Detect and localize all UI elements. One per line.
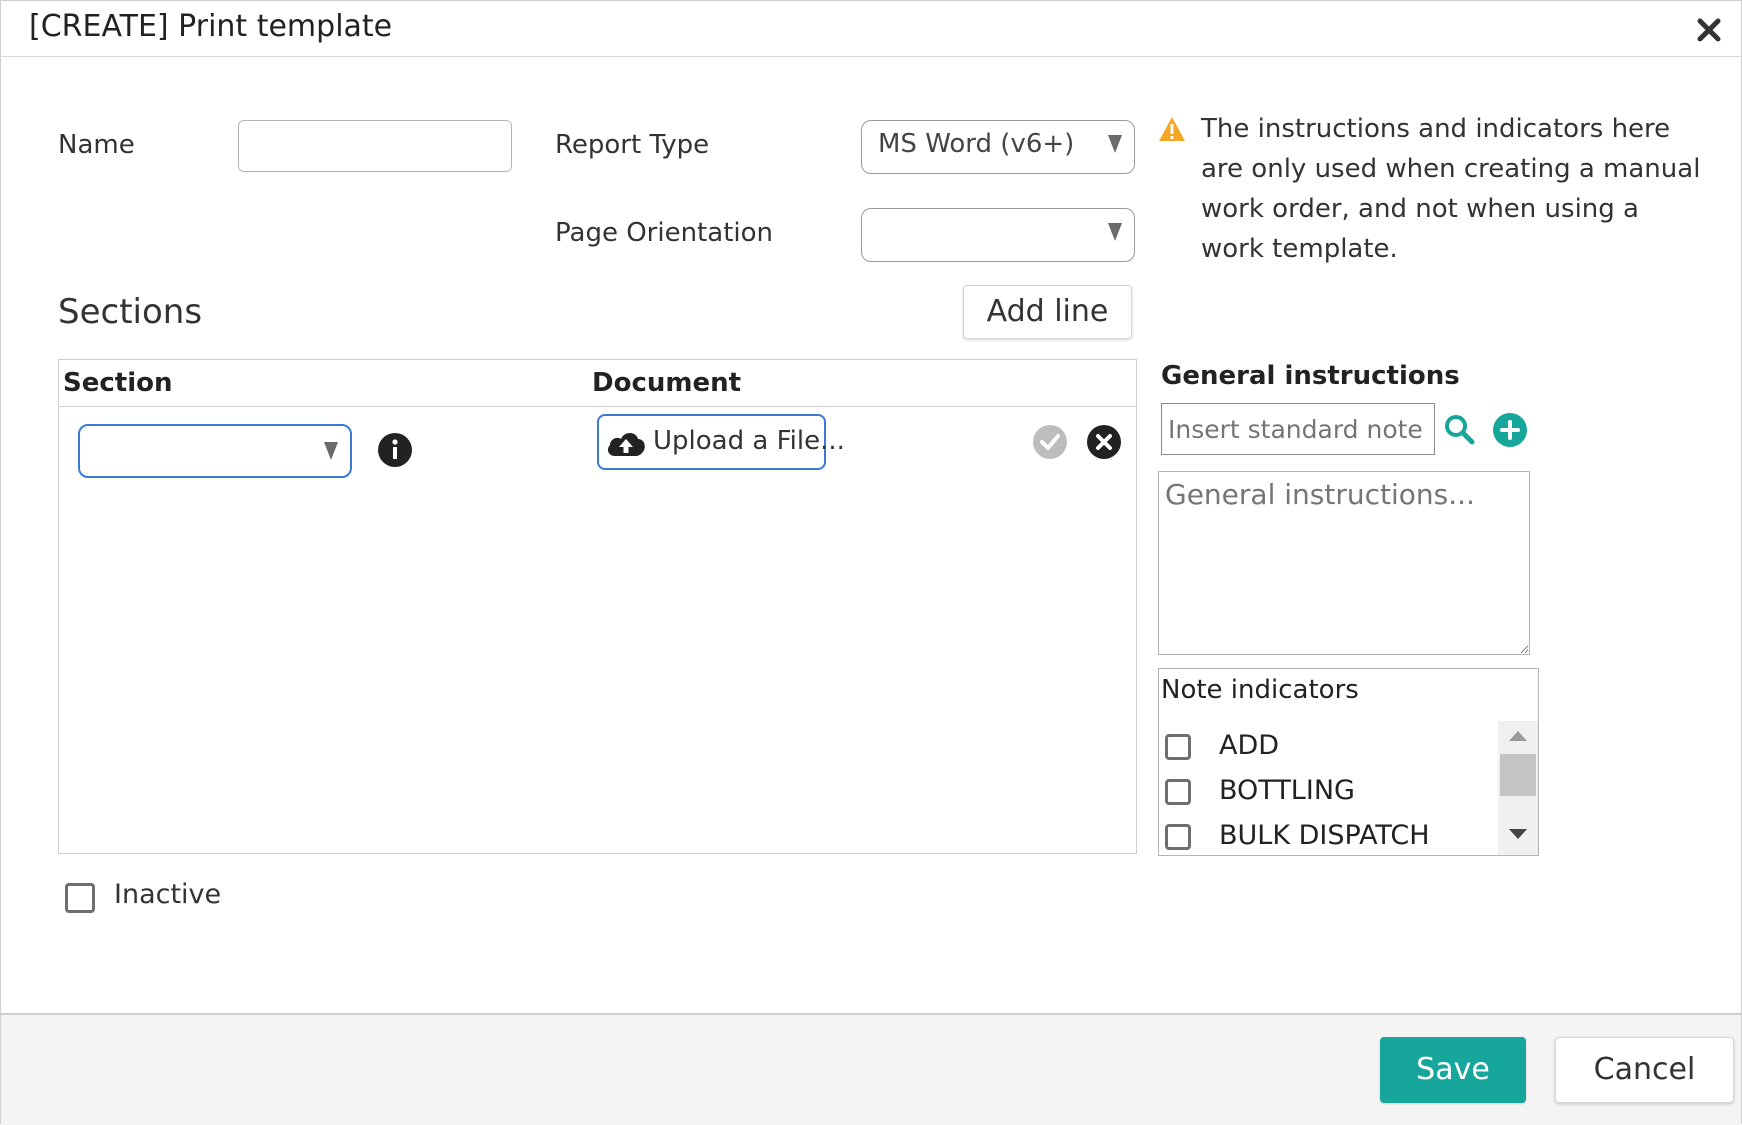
general-instructions-heading: General instructions bbox=[1161, 361, 1460, 391]
confirm-check-icon[interactable] bbox=[1032, 424, 1068, 460]
general-instructions-textarea[interactable] bbox=[1158, 471, 1530, 655]
note-indicators-panel: Note indicators ADD BOTTLING BULK DISPAT… bbox=[1158, 668, 1539, 856]
standard-note-input[interactable] bbox=[1161, 403, 1435, 455]
checkbox[interactable] bbox=[1165, 734, 1191, 760]
table-row: Upload a File... bbox=[59, 406, 1136, 496]
checkbox[interactable] bbox=[1165, 779, 1191, 805]
chevron-down-icon bbox=[1108, 223, 1122, 241]
chevron-down-icon bbox=[1108, 135, 1122, 153]
warning-icon bbox=[1157, 115, 1187, 143]
note-indicators-heading: Note indicators bbox=[1161, 675, 1359, 705]
name-label: Name bbox=[58, 130, 135, 160]
add-note-icon[interactable] bbox=[1492, 412, 1528, 448]
inactive-label: Inactive bbox=[114, 879, 222, 910]
note-indicator-label: BOTTLING bbox=[1219, 775, 1355, 806]
page-orientation-label: Page Orientation bbox=[555, 218, 773, 248]
add-line-button[interactable]: Add line bbox=[963, 285, 1132, 339]
cancel-button[interactable]: Cancel bbox=[1555, 1037, 1734, 1103]
save-button[interactable]: Save bbox=[1380, 1037, 1526, 1103]
sections-heading: Sections bbox=[58, 292, 203, 332]
inactive-checkbox[interactable] bbox=[65, 883, 95, 913]
cloud-upload-icon bbox=[605, 428, 647, 458]
checkbox[interactable] bbox=[1165, 824, 1191, 850]
column-header-document: Document bbox=[592, 368, 742, 398]
chevron-down-icon bbox=[324, 442, 338, 460]
scrollbar[interactable] bbox=[1498, 721, 1538, 855]
dialog-title: [CREATE] Print template bbox=[29, 9, 393, 44]
section-select[interactable] bbox=[78, 424, 352, 478]
dialog-footer: Save Cancel bbox=[1, 1013, 1741, 1125]
close-icon[interactable] bbox=[1691, 11, 1727, 47]
column-header-section: Section bbox=[63, 368, 173, 398]
note-indicator-add[interactable]: ADD bbox=[1165, 727, 1495, 767]
scroll-down-icon[interactable] bbox=[1509, 829, 1527, 839]
name-input[interactable] bbox=[238, 120, 512, 172]
dialog-titlebar: [CREATE] Print template bbox=[1, 1, 1741, 57]
report-type-value: MS Word (v6+) bbox=[878, 129, 1075, 159]
note-indicator-label: BULK DISPATCH bbox=[1219, 820, 1430, 851]
search-icon[interactable] bbox=[1443, 413, 1475, 445]
table-header: Section Document bbox=[59, 360, 1136, 407]
upload-file-button[interactable]: Upload a File... bbox=[597, 414, 845, 470]
scroll-up-icon[interactable] bbox=[1509, 731, 1527, 741]
scroll-thumb[interactable] bbox=[1500, 754, 1536, 796]
upload-file-label: Upload a File... bbox=[653, 426, 845, 456]
page-orientation-select[interactable] bbox=[861, 208, 1135, 262]
warning-text: The instructions and indicators here are… bbox=[1201, 114, 1701, 264]
remove-row-icon[interactable] bbox=[1086, 424, 1122, 460]
note-indicator-label: ADD bbox=[1219, 730, 1280, 761]
note-indicator-bottling[interactable]: BOTTLING bbox=[1165, 772, 1495, 812]
report-type-select[interactable]: MS Word (v6+) bbox=[861, 120, 1135, 174]
report-type-label: Report Type bbox=[555, 130, 710, 160]
note-indicator-bulk-dispatch[interactable]: BULK DISPATCH bbox=[1165, 817, 1495, 855]
print-template-dialog: [CREATE] Print template Name Report Type… bbox=[0, 0, 1742, 1125]
sections-table: Section Document Upload a File... bbox=[58, 359, 1137, 854]
info-icon[interactable] bbox=[377, 432, 413, 468]
